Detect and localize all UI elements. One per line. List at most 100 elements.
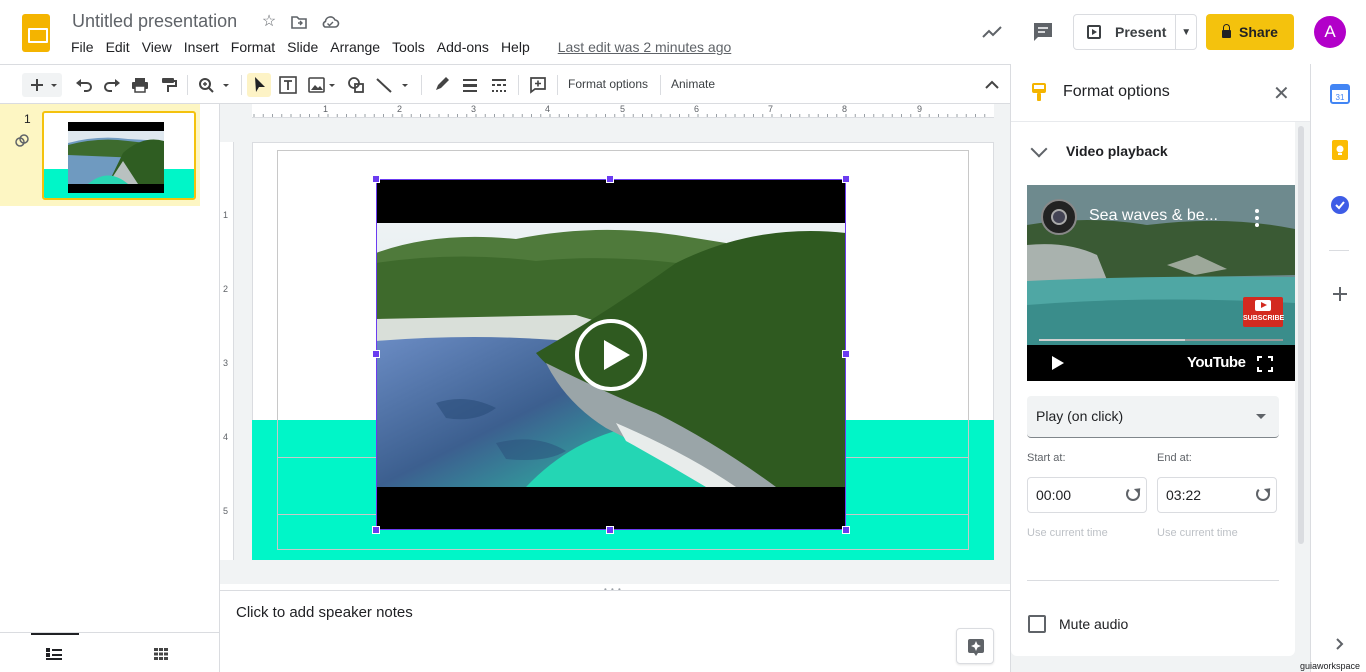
resize-handle-w[interactable] xyxy=(372,350,380,358)
text-box-icon[interactable] xyxy=(276,73,300,97)
menu-addons[interactable]: Add-ons xyxy=(437,39,495,55)
star-icon[interactable]: ☆ xyxy=(260,13,278,31)
fullscreen-icon[interactable] xyxy=(1257,356,1273,377)
move-folder-icon[interactable] xyxy=(290,13,308,31)
line-icon[interactable] xyxy=(372,73,416,97)
menu-help[interactable]: Help xyxy=(501,39,536,55)
resize-handle-nw[interactable] xyxy=(372,175,380,183)
menu-view[interactable]: View xyxy=(142,39,178,55)
end-time-input[interactable]: 03:22 xyxy=(1157,477,1277,513)
select-cursor-icon[interactable] xyxy=(247,73,271,97)
play-mode-select[interactable]: Play (on click) xyxy=(1027,396,1279,438)
mute-audio-label[interactable]: Mute audio xyxy=(1059,616,1128,632)
menu-file[interactable]: File xyxy=(71,39,100,55)
ruler-number: 4 xyxy=(223,432,229,442)
animate-button[interactable]: Animate xyxy=(671,77,715,91)
print-icon[interactable] xyxy=(129,73,151,97)
ruler-number: 2 xyxy=(397,104,403,114)
menu-slide[interactable]: Slide xyxy=(287,39,324,55)
resize-handle-e[interactable] xyxy=(842,350,850,358)
new-slide-button[interactable] xyxy=(22,73,62,97)
border-weight-icon[interactable] xyxy=(459,73,481,97)
toolbar-divider xyxy=(421,75,422,95)
start-use-current-time[interactable]: Use current time xyxy=(1027,527,1108,539)
menu-tools[interactable]: Tools xyxy=(392,39,431,55)
left-ruler[interactable]: 1 2 3 4 5 xyxy=(220,142,234,560)
subscribe-badge[interactable]: SUBSCRIBE xyxy=(1243,297,1284,327)
panel-scrollbar[interactable] xyxy=(1298,126,1304,544)
explore-button[interactable] xyxy=(956,628,994,664)
resize-handle-ne[interactable] xyxy=(842,175,850,183)
menu-edit[interactable]: Edit xyxy=(106,39,136,55)
present-icon xyxy=(1087,25,1101,39)
play-icon[interactable] xyxy=(575,319,647,391)
svg-text:31: 31 xyxy=(1336,93,1345,102)
refresh-icon[interactable] xyxy=(1256,487,1270,501)
resize-handle-s[interactable] xyxy=(606,526,614,534)
more-vert-icon[interactable] xyxy=(1255,209,1259,227)
menu-format[interactable]: Format xyxy=(231,39,281,55)
resize-handle-n[interactable] xyxy=(606,175,614,183)
slides-logo-icon[interactable] xyxy=(22,14,50,52)
filmstrip-footer xyxy=(0,632,220,672)
keep-icon[interactable] xyxy=(1330,140,1350,160)
tasks-icon[interactable] xyxy=(1330,195,1350,215)
last-edit-link[interactable]: Last edit was 2 minutes ago xyxy=(558,39,732,55)
comments-icon[interactable] xyxy=(1031,20,1055,44)
filmstrip-view-icon[interactable] xyxy=(46,647,62,665)
image-icon[interactable] xyxy=(305,73,341,97)
cloud-status-icon[interactable] xyxy=(320,13,340,31)
section-title[interactable]: Video playback xyxy=(1066,143,1168,159)
youtube-logo[interactable]: YouTube xyxy=(1187,354,1246,371)
shape-icon[interactable] xyxy=(344,73,368,97)
end-use-current-time[interactable]: Use current time xyxy=(1157,527,1238,539)
redo-icon[interactable] xyxy=(101,73,123,97)
ruler-number: 1 xyxy=(223,210,229,220)
toolbar-divider xyxy=(660,75,661,95)
video-title[interactable]: Sea waves & be... xyxy=(1089,207,1218,225)
video-preview[interactable]: Sea waves & be... SUBSCRIBE YouTube xyxy=(1027,185,1295,381)
paint-format-icon[interactable] xyxy=(157,73,179,97)
menu-bar: File Edit View Insert Format Slide Arran… xyxy=(71,39,731,55)
format-options-icon xyxy=(1032,83,1046,101)
toolbar-divider xyxy=(241,75,242,95)
preview-play-icon[interactable] xyxy=(1051,355,1065,376)
calendar-icon[interactable]: 31 xyxy=(1330,84,1350,104)
slide-number: 1 xyxy=(24,112,31,126)
resize-handle-sw[interactable] xyxy=(372,526,380,534)
add-addon-icon[interactable] xyxy=(1330,284,1350,304)
channel-avatar[interactable] xyxy=(1041,199,1077,235)
resize-handle-se[interactable] xyxy=(842,526,850,534)
slide-thumbnail[interactable] xyxy=(42,111,196,200)
zoom-icon[interactable] xyxy=(195,73,235,97)
menu-insert[interactable]: Insert xyxy=(184,39,225,55)
close-icon[interactable]: ✕ xyxy=(1273,81,1290,106)
chevron-down-icon[interactable] xyxy=(1030,140,1048,158)
ruler-number: 3 xyxy=(223,358,229,368)
panel-header: Format options ✕ xyxy=(1011,64,1311,122)
speaker-notes[interactable]: Click to add speaker notes xyxy=(220,590,1010,672)
border-dash-icon[interactable] xyxy=(488,73,510,97)
present-dropdown-icon[interactable]: ▼ xyxy=(1176,27,1196,38)
mute-audio-checkbox[interactable] xyxy=(1028,615,1046,633)
undo-icon[interactable] xyxy=(73,73,95,97)
avatar[interactable]: A xyxy=(1314,16,1346,48)
slide-thumbnail-selected[interactable]: 1 xyxy=(0,104,200,206)
chevron-right-icon[interactable] xyxy=(1330,634,1350,654)
ruler-number: 2 xyxy=(223,284,229,294)
share-button[interactable]: Share xyxy=(1206,14,1294,50)
refresh-icon[interactable] xyxy=(1126,487,1140,501)
video-playback-section: Video playback Sea waves & be... SUBSCRI… xyxy=(1011,122,1295,656)
grid-view-icon[interactable] xyxy=(154,647,168,665)
add-comment-icon[interactable] xyxy=(527,73,549,97)
start-time-input[interactable]: 00:00 xyxy=(1027,477,1147,513)
activity-trend-icon[interactable] xyxy=(980,20,1004,44)
top-ruler[interactable]: 1 2 3 4 5 6 7 8 9 xyxy=(252,104,994,118)
border-color-icon[interactable] xyxy=(430,73,452,97)
present-button[interactable]: Present xyxy=(1074,15,1177,49)
document-title[interactable]: Untitled presentation xyxy=(72,11,237,32)
speaker-notes-placeholder[interactable]: Click to add speaker notes xyxy=(236,604,413,621)
format-options-button[interactable]: Format options xyxy=(568,77,648,91)
collapse-toolbar-icon[interactable] xyxy=(982,73,1002,97)
menu-arrange[interactable]: Arrange xyxy=(330,39,386,55)
